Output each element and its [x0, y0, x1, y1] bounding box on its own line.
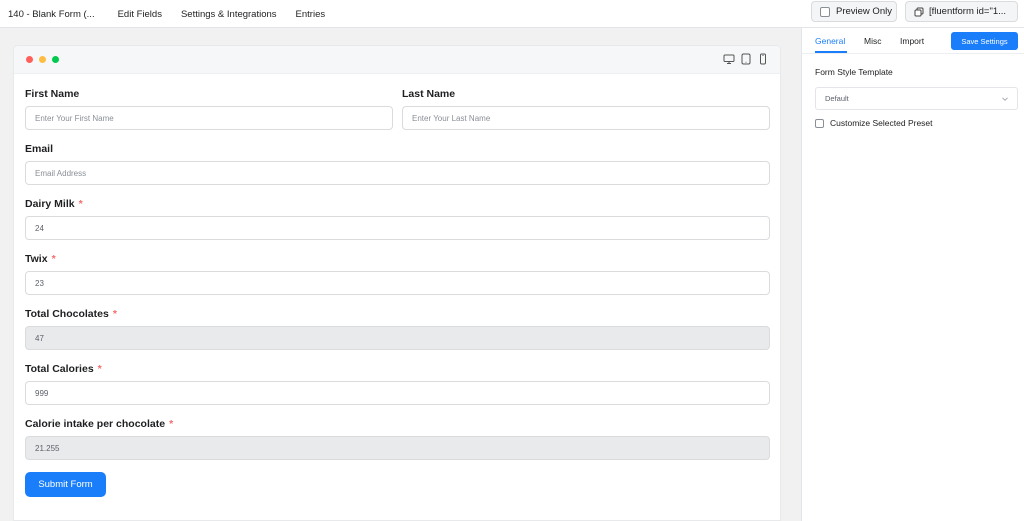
nav-settings-integrations[interactable]: Settings & Integrations [181, 9, 277, 20]
customize-preset-label: Customize Selected Preset [830, 118, 933, 128]
twix-label-text: Twix [25, 253, 48, 265]
calorie-intake-label-text: Calorie intake per chocolate [25, 418, 166, 430]
form-style-template-value: Default [825, 94, 849, 103]
nav-entries[interactable]: Entries [296, 9, 326, 20]
required-asterisk: * [51, 253, 56, 265]
settings-panel: General Misc Import Save Settings Form S… [801, 28, 1024, 521]
total-calories-label-text: Total Calories [25, 363, 94, 375]
top-nav: 140 - Blank Form (... Edit Fields Settin… [0, 0, 325, 28]
desktop-icon[interactable] [723, 53, 735, 65]
customize-preset-toggle[interactable]: Customize Selected Preset [815, 118, 933, 128]
preview-only-checkbox[interactable] [820, 6, 830, 17]
last-name-input[interactable]: Enter Your Last Name [402, 106, 770, 130]
required-asterisk: * [112, 308, 117, 320]
copy-icon [914, 7, 924, 17]
form-style-template-label: Form Style Template [815, 67, 893, 77]
tab-general[interactable]: General [815, 36, 845, 46]
required-asterisk: * [78, 198, 83, 210]
dairy-milk-label-text: Dairy Milk [25, 198, 75, 210]
calorie-intake-input[interactable]: 21.255 [25, 436, 770, 460]
customize-preset-checkbox[interactable] [815, 118, 824, 128]
total-chocolates-label-text: Total Chocolates [25, 308, 109, 320]
twix-label: Twix * [25, 253, 56, 265]
save-settings-button[interactable]: Save Settings [951, 32, 1018, 50]
active-tab-indicator [815, 51, 847, 53]
last-name-label: Last Name [402, 88, 456, 100]
form-preview-card: First Name Enter Your First Name Last Na… [13, 45, 781, 521]
total-calories-label: Total Calories * [25, 363, 102, 375]
submit-form-button[interactable]: Submit Form [25, 472, 106, 497]
preview-only-toggle[interactable]: Preview Only [811, 1, 897, 22]
mobile-icon[interactable] [757, 53, 769, 65]
top-bar: 140 - Blank Form (... Edit Fields Settin… [0, 0, 1024, 28]
preview-window-header [14, 46, 780, 74]
tab-misc[interactable]: Misc [864, 36, 881, 46]
shortcode-text: [fluentform id="1... [929, 6, 1007, 17]
total-chocolates-label: Total Chocolates * [25, 308, 117, 320]
window-dot-red [26, 56, 33, 63]
nav-edit-fields[interactable]: Edit Fields [118, 9, 162, 20]
shortcode-copy-button[interactable]: [fluentform id="1... [905, 1, 1018, 22]
dairy-milk-input[interactable]: 24 [25, 216, 770, 240]
calorie-intake-label: Calorie intake per chocolate * [25, 418, 173, 430]
email-label: Email [25, 143, 54, 155]
dairy-milk-label: Dairy Milk * [25, 198, 83, 210]
tablet-icon[interactable] [740, 53, 752, 65]
window-dot-yellow [39, 56, 46, 63]
first-name-label: First Name [25, 88, 80, 100]
email-input[interactable]: Email Address [25, 161, 770, 185]
window-dot-green [52, 56, 59, 63]
preview-only-label: Preview Only [836, 6, 892, 17]
required-asterisk: * [97, 363, 102, 375]
total-calories-input[interactable]: 999 [25, 381, 770, 405]
first-name-input[interactable]: Enter Your First Name [25, 106, 393, 130]
form-title-link[interactable]: 140 - Blank Form (... [8, 9, 95, 20]
tabs-divider [802, 53, 1024, 54]
tab-import[interactable]: Import [900, 36, 924, 46]
required-asterisk: * [169, 418, 174, 430]
form-style-template-select[interactable]: Default [815, 87, 1018, 110]
twix-input[interactable]: 23 [25, 271, 770, 295]
chevron-down-icon [1001, 95, 1009, 103]
total-chocolates-input[interactable]: 47 [25, 326, 770, 350]
